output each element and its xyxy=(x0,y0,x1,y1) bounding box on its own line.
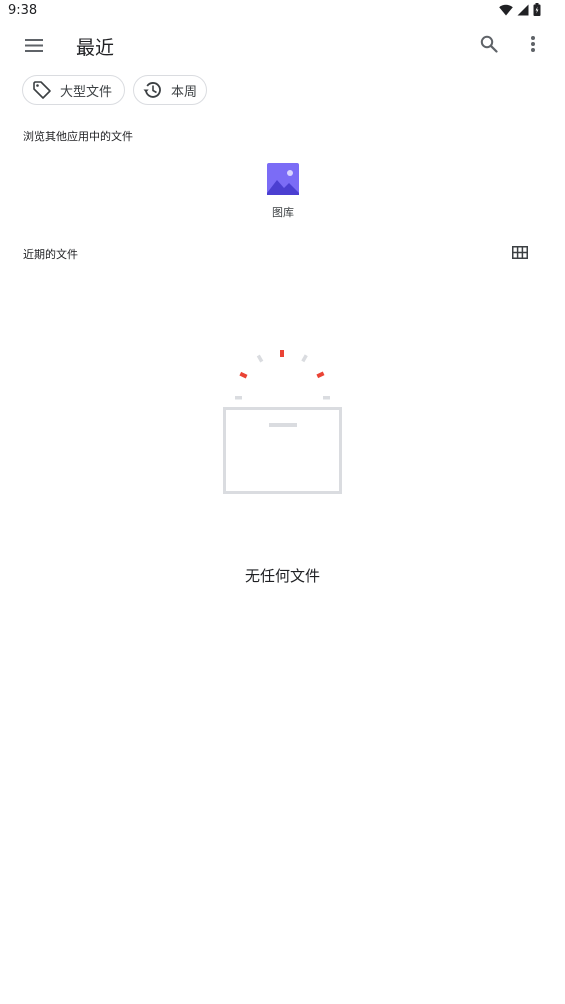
hamburger-menu-icon xyxy=(25,37,43,56)
more-options-button[interactable] xyxy=(513,26,553,66)
page-title: 最近 xyxy=(76,37,115,59)
filter-chip-label: 本周 xyxy=(171,84,198,100)
empty-folder-illustration xyxy=(220,346,346,498)
recent-files-screen: 9:38 最近 大型文件 本周 浏览其他应用中的文件 图库 近期的文件 无任何文… xyxy=(0,0,565,1004)
more-vert-icon xyxy=(531,36,535,56)
history-icon xyxy=(142,79,164,101)
recent-files-heading: 近期的文件 xyxy=(23,248,78,261)
grid-view-icon xyxy=(512,244,528,263)
app-bar: 最近 xyxy=(0,24,565,68)
browse-apps-heading: 浏览其他应用中的文件 xyxy=(23,130,133,143)
gallery-app-label: 图库 xyxy=(272,206,294,219)
filter-chip-large-files[interactable]: 大型文件 xyxy=(22,75,125,105)
search-button[interactable] xyxy=(469,26,509,66)
filter-chip-this-week[interactable]: 本周 xyxy=(133,75,207,105)
cell-signal-icon xyxy=(517,4,529,16)
status-icons xyxy=(499,3,541,16)
grid-view-toggle-button[interactable] xyxy=(505,238,535,268)
battery-icon xyxy=(533,3,541,16)
navigation-menu-button[interactable] xyxy=(14,26,54,66)
status-bar: 9:38 xyxy=(0,0,565,24)
status-time: 9:38 xyxy=(8,3,38,18)
tag-icon xyxy=(31,79,53,101)
gallery-app-shortcut[interactable]: 图库 xyxy=(254,160,312,222)
wifi-icon xyxy=(499,4,513,16)
search-icon xyxy=(480,35,498,57)
filter-chip-label: 大型文件 xyxy=(60,84,113,100)
empty-state-message: 无任何文件 xyxy=(244,567,320,585)
gallery-icon xyxy=(267,163,299,195)
